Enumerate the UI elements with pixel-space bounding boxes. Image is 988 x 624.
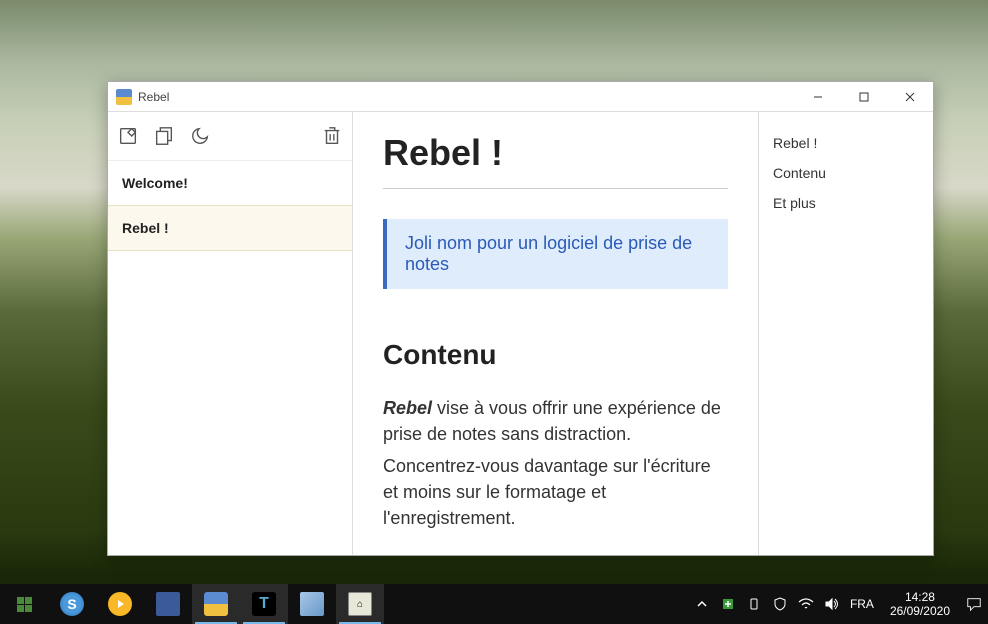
tray-action-center-icon[interactable] xyxy=(966,596,982,612)
taskbar-app-2[interactable] xyxy=(96,584,144,624)
tray-volume-icon[interactable] xyxy=(824,596,840,612)
note-item[interactable]: Welcome! xyxy=(108,160,352,205)
copy-icon[interactable] xyxy=(152,124,176,148)
tray-update-icon[interactable] xyxy=(720,596,736,612)
app-body: Welcome! Rebel ! Rebel ! Joli nom pour u… xyxy=(108,112,933,555)
dark-mode-icon[interactable] xyxy=(188,124,212,148)
tray-language[interactable]: FRA xyxy=(850,597,874,611)
taskbar: S T ⌂ xyxy=(0,584,988,624)
tray-date: 26/09/2020 xyxy=(890,604,950,618)
note-content[interactable]: Rebel ! Joli nom pour un logiciel de pri… xyxy=(353,112,758,555)
new-note-icon[interactable] xyxy=(116,124,140,148)
trash-icon[interactable] xyxy=(320,124,344,148)
maximize-button[interactable] xyxy=(841,82,887,111)
taskbar-app-6[interactable] xyxy=(288,584,336,624)
system-tray: FRA 14:28 26/09/2020 xyxy=(694,584,988,624)
tray-wifi-icon[interactable] xyxy=(798,596,814,612)
app-icon xyxy=(116,89,132,105)
emphasis: Rebel xyxy=(383,398,432,418)
taskbar-app-1[interactable]: S xyxy=(48,584,96,624)
note-item-selected[interactable]: Rebel ! xyxy=(108,205,352,251)
window-controls xyxy=(795,82,933,111)
close-button[interactable] xyxy=(887,82,933,111)
divider xyxy=(383,188,728,189)
minimize-button[interactable] xyxy=(795,82,841,111)
outline-item[interactable]: Et plus xyxy=(773,188,919,218)
outline-item[interactable]: Rebel ! xyxy=(773,128,919,158)
blockquote: Joli nom pour un logiciel de prise de no… xyxy=(383,219,728,289)
taskbar-app-3[interactable] xyxy=(144,584,192,624)
outline-item[interactable]: Contenu xyxy=(773,158,919,188)
tray-security-icon[interactable] xyxy=(772,596,788,612)
sidebar: Welcome! Rebel ! xyxy=(108,112,353,555)
app-window: Rebel xyxy=(107,81,934,556)
tray-device-icon[interactable] xyxy=(746,596,762,612)
start-button[interactable] xyxy=(0,584,48,624)
taskbar-app-rebel[interactable] xyxy=(192,584,240,624)
outline-panel: Rebel ! Contenu Et plus xyxy=(758,112,933,555)
note-title: Rebel ! xyxy=(383,132,728,174)
taskbar-app-7[interactable]: ⌂ xyxy=(336,584,384,624)
taskbar-items: S T ⌂ xyxy=(48,584,384,624)
tray-datetime[interactable]: 14:28 26/09/2020 xyxy=(884,590,956,619)
paragraph: Rebel vise à vous offrir une expérience … xyxy=(383,395,728,447)
tray-time: 14:28 xyxy=(890,590,950,604)
windows-logo-icon xyxy=(17,597,32,612)
window-title: Rebel xyxy=(138,90,795,104)
toolbar xyxy=(108,112,352,160)
taskbar-app-5[interactable]: T xyxy=(240,584,288,624)
tray-chevron-up-icon[interactable] xyxy=(694,596,710,612)
titlebar: Rebel xyxy=(108,82,933,112)
paragraph: Concentrez-vous davantage sur l'écriture… xyxy=(383,453,728,531)
section-heading: Contenu xyxy=(383,339,728,371)
